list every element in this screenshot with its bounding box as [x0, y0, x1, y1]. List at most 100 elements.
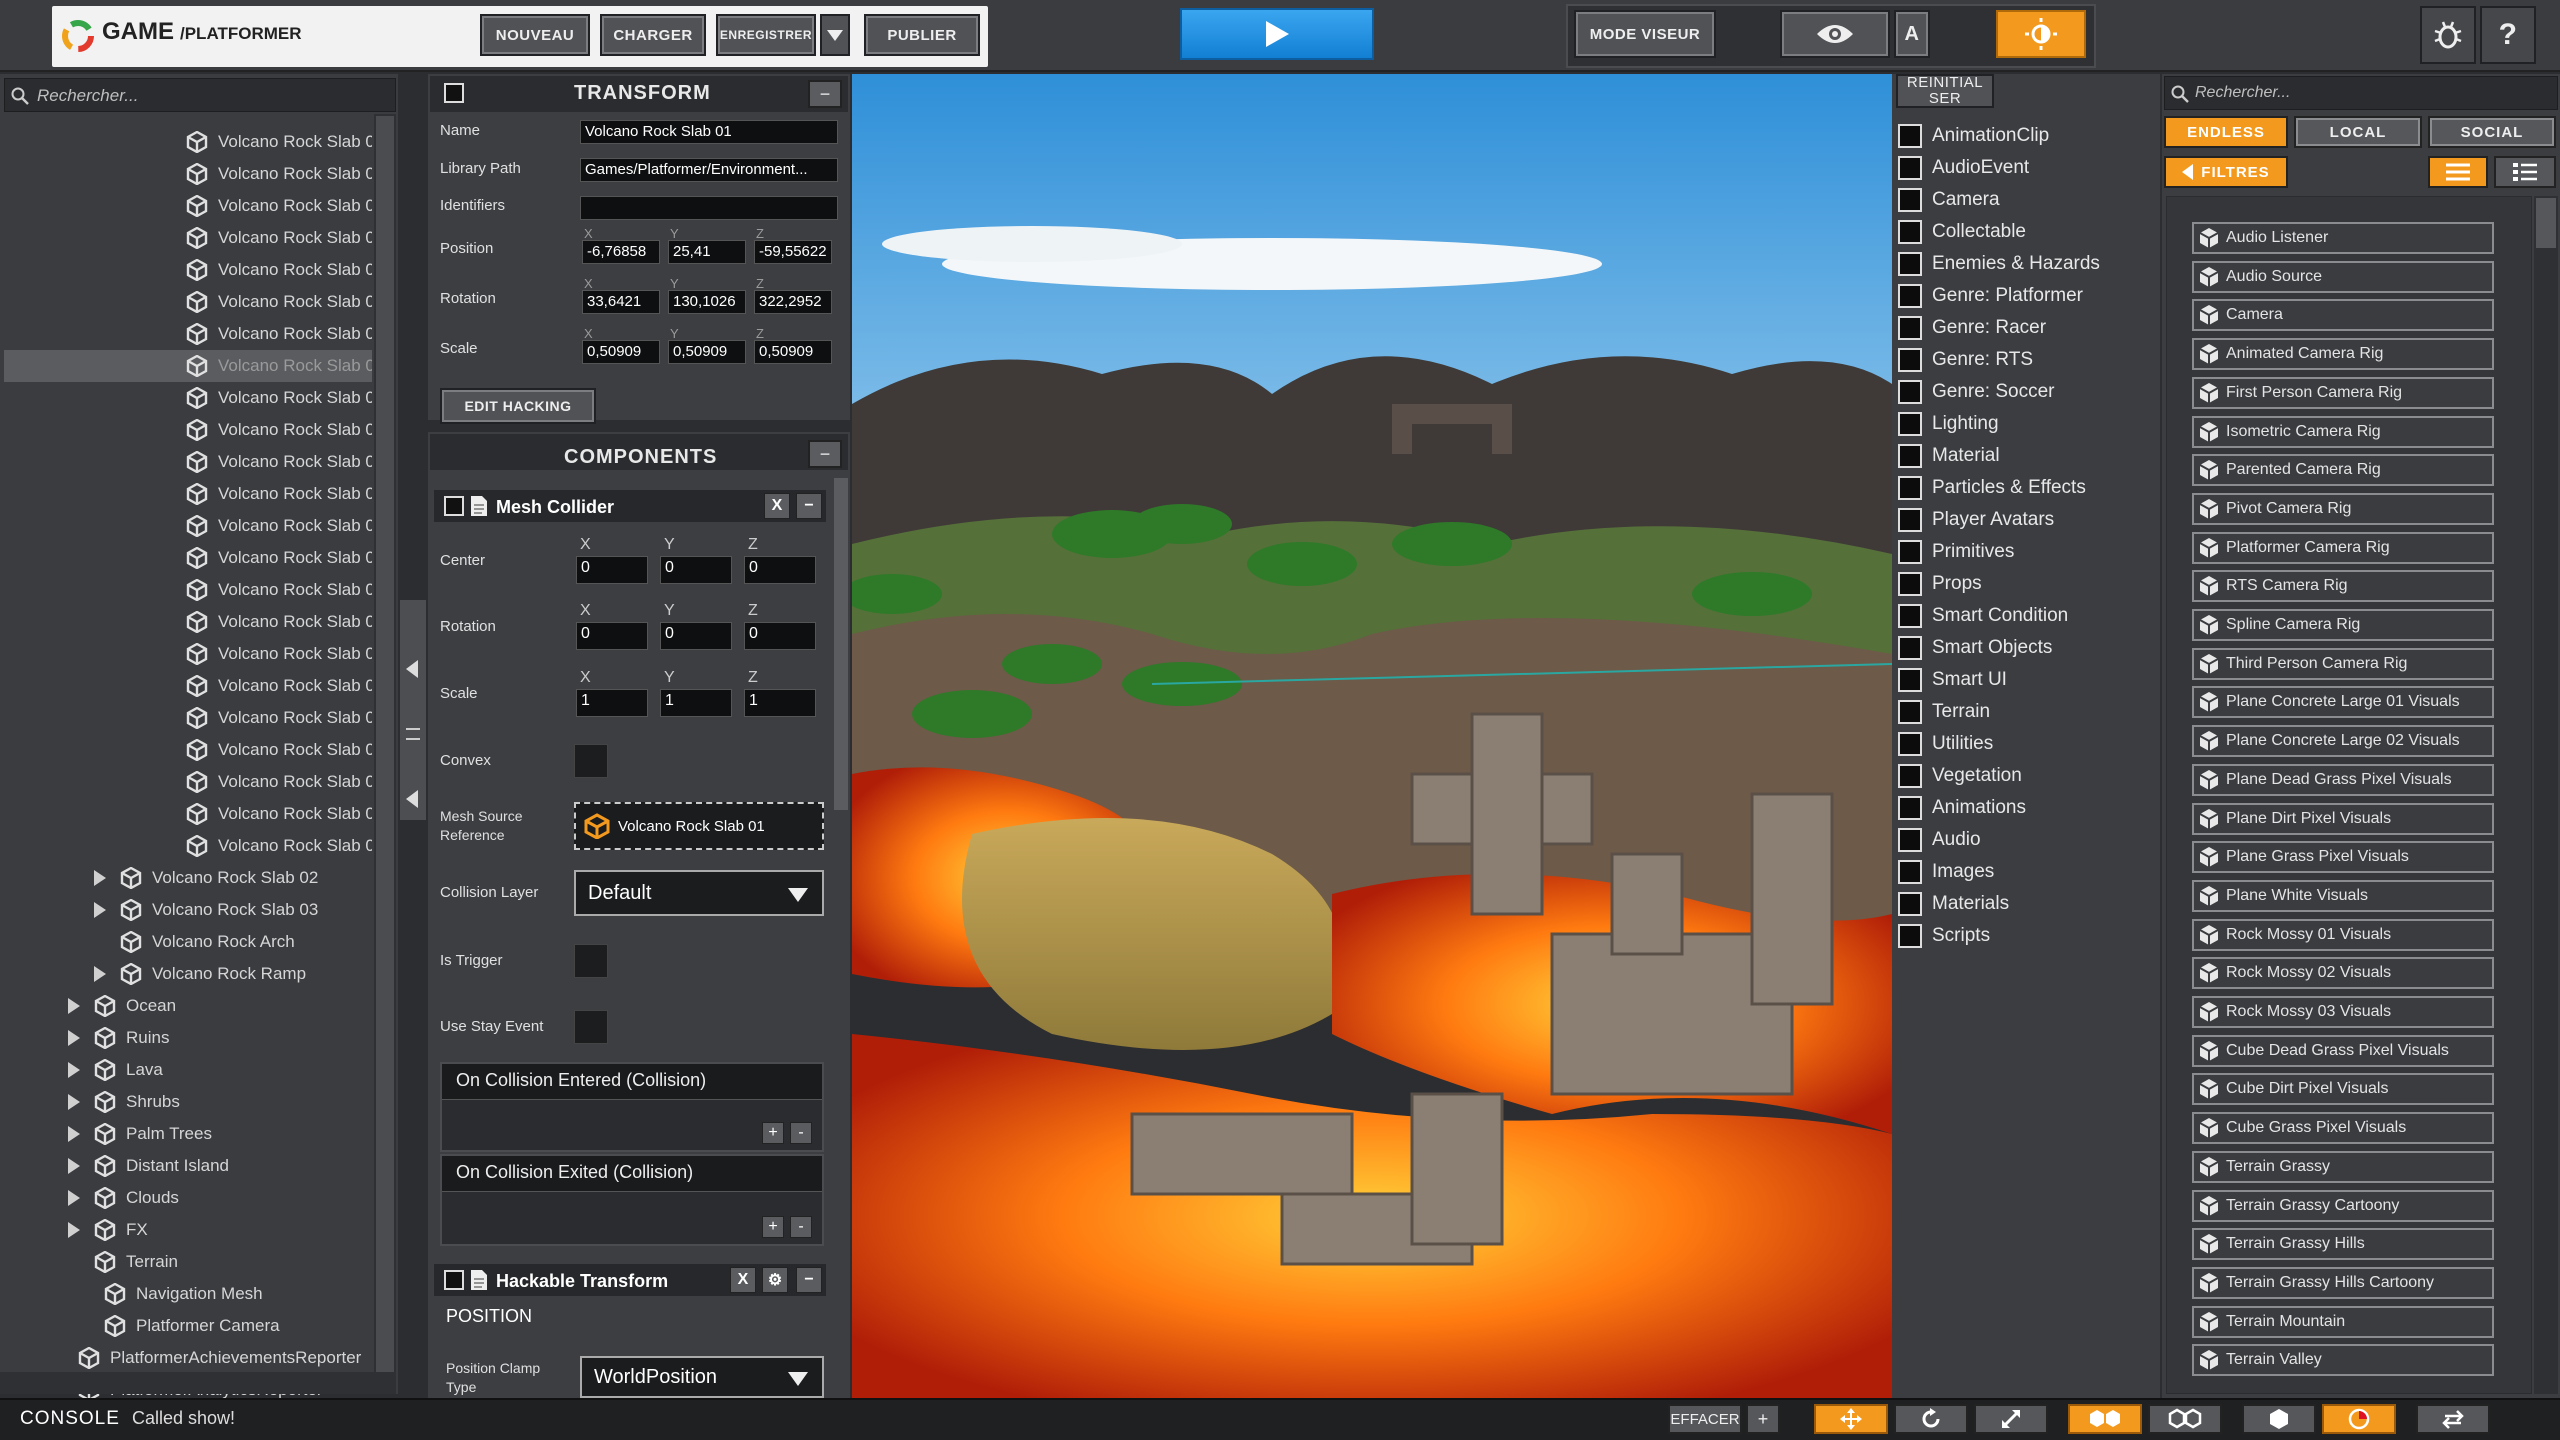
load-button[interactable]: CHARGER	[600, 14, 706, 56]
tree-item[interactable]: Platformer Camera	[104, 1310, 372, 1342]
rotation-z-field[interactable]: 322,2952	[754, 290, 832, 314]
expand-arrow-icon[interactable]	[68, 1030, 80, 1046]
tree-item[interactable]: Volcano Rock Slab 0	[186, 254, 372, 286]
remove-listener-enter-button[interactable]: -	[790, 1122, 812, 1144]
type-filter-item[interactable]: AudioEvent	[1898, 152, 2029, 184]
tree-item[interactable]: Palm Trees	[68, 1118, 372, 1150]
mc-scale-y-field[interactable]: 1	[660, 689, 732, 717]
asset-item[interactable]: First Person Camera Rig	[2192, 376, 2494, 409]
asset-item[interactable]: Rock Mossy 02 Visuals	[2192, 957, 2494, 990]
mc-scale-z-field[interactable]: 1	[744, 689, 816, 717]
asset-item[interactable]: Audio Source	[2192, 260, 2494, 293]
rotation-y-field[interactable]: 130,1026	[668, 290, 746, 314]
tree-item[interactable]: Volcano Rock Slab 0	[186, 318, 372, 350]
detail-view-button[interactable]	[2494, 156, 2556, 188]
asset-item[interactable]: Plane White Visuals	[2192, 879, 2494, 912]
snap-button[interactable]	[2242, 1404, 2316, 1434]
asset-item[interactable]: Rock Mossy 01 Visuals	[2192, 918, 2494, 951]
expand-arrow-icon[interactable]	[68, 1190, 80, 1206]
type-filter-checkbox[interactable]	[1898, 892, 1922, 916]
tree-item[interactable]: Volcano Rock Slab 0	[186, 382, 372, 414]
use-stay-checkbox[interactable]	[574, 1010, 608, 1044]
library-search[interactable]: Rechercher...	[2164, 76, 2558, 110]
type-filter-item[interactable]: Genre: RTS	[1898, 344, 2033, 376]
scale-x-field[interactable]: 0,50909	[582, 340, 660, 364]
tab-local[interactable]: LOCAL	[2294, 116, 2422, 148]
components-collapse-button[interactable]: −	[808, 440, 842, 468]
remove-listener-exit-button[interactable]: -	[790, 1216, 812, 1238]
asset-item[interactable]: Terrain Grassy Hills Cartoony	[2192, 1266, 2494, 1299]
asset-item[interactable]: Plane Dead Grass Pixel Visuals	[2192, 763, 2494, 796]
asset-item[interactable]: Plane Grass Pixel Visuals	[2192, 841, 2494, 874]
asset-item[interactable]: Plane Concrete Large 01 Visuals	[2192, 686, 2494, 719]
mc-center-y-field[interactable]: 0	[660, 556, 732, 584]
add-listener-exit-button[interactable]: +	[762, 1216, 784, 1238]
tree-item[interactable]: Clouds	[68, 1182, 372, 1214]
asset-item[interactable]: Cube Dead Grass Pixel Visuals	[2192, 1034, 2494, 1067]
tree-item[interactable]: Ruins	[68, 1022, 372, 1054]
tree-item[interactable]: Volcano Rock Slab 0	[186, 446, 372, 478]
debug-button[interactable]	[2420, 6, 2476, 64]
tree-item[interactable]: Volcano Rock Slab 0	[186, 830, 372, 862]
tree-item[interactable]: PlatformerAchievementsReporter	[78, 1342, 372, 1374]
tree-item[interactable]: Volcano Rock Slab 0	[186, 606, 372, 638]
clear-console-button[interactable]: EFFACER	[1668, 1404, 1742, 1434]
scale-y-field[interactable]: 0,50909	[668, 340, 746, 364]
position-clamp-dropdown[interactable]: WorldPosition	[580, 1356, 824, 1398]
rotation-x-field[interactable]: 33,6421	[582, 290, 660, 314]
type-filter-checkbox[interactable]	[1898, 508, 1922, 532]
filters-button[interactable]: FILTRES	[2164, 156, 2288, 188]
type-filter-item[interactable]: Enemies & Hazards	[1898, 248, 2100, 280]
refresh-button[interactable]	[2416, 1404, 2490, 1434]
asset-item[interactable]: Terrain Grassy	[2192, 1150, 2494, 1183]
type-filter-item[interactable]: Audio	[1898, 824, 1981, 856]
mesh-source-field[interactable]: Volcano Rock Slab 01	[574, 802, 824, 850]
type-filter-item[interactable]: Particles & Effects	[1898, 472, 2086, 504]
mesh-collider-remove-button[interactable]: X	[764, 493, 790, 519]
tree-item[interactable]: Lava	[68, 1054, 372, 1086]
name-field[interactable]: Volcano Rock Slab 01	[580, 120, 838, 144]
type-filter-checkbox[interactable]	[1898, 860, 1922, 884]
expand-arrow-icon[interactable]	[94, 870, 106, 886]
tree-item[interactable]: Volcano Rock Slab 03	[94, 894, 372, 926]
asset-item[interactable]: Plane Dirt Pixel Visuals	[2192, 802, 2494, 835]
play-button[interactable]	[1180, 8, 1374, 60]
asset-item[interactable]: Cube Grass Pixel Visuals	[2192, 1112, 2494, 1145]
rotate-tool-button[interactable]	[1894, 1404, 1968, 1434]
asset-item[interactable]: Third Person Camera Rig	[2192, 647, 2494, 680]
identifiers-field[interactable]	[580, 196, 838, 220]
mesh-collider-toggle[interactable]	[444, 496, 464, 516]
tree-scrollbar-thumb[interactable]	[376, 116, 394, 1376]
type-filter-checkbox[interactable]	[1898, 348, 1922, 372]
tree-item[interactable]: Volcano Rock Slab 0	[186, 286, 372, 318]
type-filter-item[interactable]: Props	[1898, 568, 1982, 600]
type-filter-checkbox[interactable]	[1898, 924, 1922, 948]
publish-button[interactable]: PUBLIER	[864, 14, 980, 56]
reset-filters-button[interactable]: REINITIAL SER	[1896, 74, 1994, 108]
asset-item[interactable]: Plane Concrete Large 02 Visuals	[2192, 725, 2494, 758]
asset-item[interactable]: Terrain Mountain	[2192, 1305, 2494, 1338]
type-filter-item[interactable]: Genre: Soccer	[1898, 376, 2055, 408]
type-filter-item[interactable]: Scripts	[1898, 920, 1990, 952]
new-button[interactable]: NOUVEAU	[480, 14, 590, 56]
tab-endless[interactable]: ENDLESS	[2164, 116, 2288, 148]
tree-item[interactable]: Navigation Mesh	[104, 1278, 372, 1310]
type-filter-checkbox[interactable]	[1898, 732, 1922, 756]
type-filter-checkbox[interactable]	[1898, 124, 1922, 148]
visibility-button[interactable]	[1780, 10, 1890, 58]
asset-item[interactable]: Cube Dirt Pixel Visuals	[2192, 1073, 2494, 1106]
mc-scale-x-field[interactable]: 1	[576, 689, 648, 717]
save-dropdown-button[interactable]	[820, 14, 850, 56]
type-filter-checkbox[interactable]	[1898, 252, 1922, 276]
tree-item[interactable]: Volcano Rock Slab 0	[186, 798, 372, 830]
mc-rotation-y-field[interactable]: 0	[660, 622, 732, 650]
type-filter-item[interactable]: Genre: Platformer	[1898, 280, 2083, 312]
mc-center-x-field[interactable]: 0	[576, 556, 648, 584]
a-toggle-button[interactable]: A	[1894, 10, 1930, 58]
tree-item[interactable]: Volcano Rock Ramp	[94, 958, 372, 990]
is-trigger-checkbox[interactable]	[574, 944, 608, 978]
type-filter-checkbox[interactable]	[1898, 796, 1922, 820]
tree-horizontal-scrollbar[interactable]	[0, 1372, 396, 1394]
asset-item[interactable]: Terrain Grassy Hills	[2192, 1228, 2494, 1261]
tree-item[interactable]: Volcano Rock Slab 0	[186, 734, 372, 766]
